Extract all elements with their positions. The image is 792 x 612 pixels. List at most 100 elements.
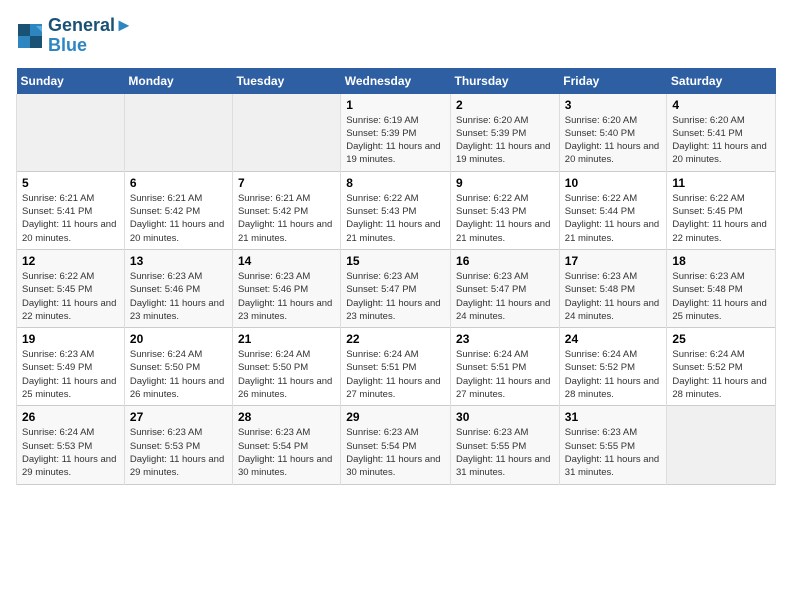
day-number: 21 [238,332,335,346]
calendar-cell: 2 Sunrise: 6:20 AM Sunset: 5:39 PM Daylig… [451,94,560,172]
day-info: Sunrise: 6:22 AM Sunset: 5:45 PM Dayligh… [672,192,770,245]
calendar-cell: 15Sunrise: 6:23 AM Sunset: 5:47 PM Dayli… [341,249,451,327]
calendar-week-row: 12 Sunrise: 6:22 AM Sunset: 5:45 PM Dayli… [17,249,776,327]
weekday-header: Thursday [451,68,560,94]
calendar-cell: 22 Sunrise: 6:24 AM Sunset: 5:51 PM Dayli… [341,328,451,406]
day-number: 6 [130,176,227,190]
calendar-cell: 4Sunrise: 6:20 AM Sunset: 5:41 PM Daylig… [667,94,776,172]
calendar-cell: 25 Sunrise: 6:24 AM Sunset: 5:52 PM Dayli… [667,328,776,406]
day-info: Sunrise: 6:24 AM Sunset: 5:50 PM Dayligh… [130,348,227,401]
day-info: Sunrise: 6:23 AM Sunset: 5:55 PM Dayligh… [456,426,554,479]
day-number: 9 [456,176,554,190]
day-info: Sunrise: 6:19 AM Sunset: 5:39 PM Dayligh… [346,114,445,167]
calendar-cell: 14 Sunrise: 6:23 AM Sunset: 5:46 PM Dayli… [232,249,340,327]
day-info: Sunrise: 6:21 AM Sunset: 5:42 PM Dayligh… [130,192,227,245]
day-number: 24 [565,332,662,346]
day-info: Sunrise: 6:23 AM Sunset: 5:46 PM Dayligh… [238,270,335,323]
calendar-cell: 11Sunrise: 6:22 AM Sunset: 5:45 PM Dayli… [667,171,776,249]
day-number: 16 [456,254,554,268]
day-number: 26 [22,410,119,424]
calendar-cell: 5 Sunrise: 6:21 AM Sunset: 5:41 PM Daylig… [17,171,125,249]
calendar-cell: 13 Sunrise: 6:23 AM Sunset: 5:46 PM Dayli… [124,249,232,327]
day-info: Sunrise: 6:24 AM Sunset: 5:53 PM Dayligh… [22,426,119,479]
day-number: 27 [130,410,227,424]
day-info: Sunrise: 6:23 AM Sunset: 5:48 PM Dayligh… [565,270,662,323]
day-info: Sunrise: 6:20 AM Sunset: 5:40 PM Dayligh… [565,114,662,167]
calendar-cell: 30 Sunrise: 6:23 AM Sunset: 5:55 PM Dayli… [451,406,560,484]
day-number: 28 [238,410,335,424]
day-info: Sunrise: 6:22 AM Sunset: 5:45 PM Dayligh… [22,270,119,323]
calendar-cell: 23Sunrise: 6:24 AM Sunset: 5:51 PM Dayli… [451,328,560,406]
day-number: 5 [22,176,119,190]
calendar-table: SundayMondayTuesdayWednesdayThursdayFrid… [16,68,776,485]
weekday-header: Wednesday [341,68,451,94]
day-number: 30 [456,410,554,424]
day-info: Sunrise: 6:23 AM Sunset: 5:55 PM Dayligh… [565,426,662,479]
calendar-cell: 17Sunrise: 6:23 AM Sunset: 5:48 PM Dayli… [559,249,667,327]
day-info: Sunrise: 6:22 AM Sunset: 5:44 PM Dayligh… [565,192,662,245]
day-info: Sunrise: 6:22 AM Sunset: 5:43 PM Dayligh… [456,192,554,245]
calendar-cell: 18 Sunrise: 6:23 AM Sunset: 5:48 PM Dayli… [667,249,776,327]
calendar-cell: 26 Sunrise: 6:24 AM Sunset: 5:53 PM Dayli… [17,406,125,484]
calendar-cell: 3 Sunrise: 6:20 AM Sunset: 5:40 PM Daylig… [559,94,667,172]
calendar-body: 1 Sunrise: 6:19 AM Sunset: 5:39 PM Daylig… [17,94,776,484]
day-info: Sunrise: 6:23 AM Sunset: 5:46 PM Dayligh… [130,270,227,323]
day-number: 14 [238,254,335,268]
calendar-cell: 27 Sunrise: 6:23 AM Sunset: 5:53 PM Dayli… [124,406,232,484]
day-info: Sunrise: 6:23 AM Sunset: 5:47 PM Dayligh… [346,270,445,323]
calendar-cell: 12 Sunrise: 6:22 AM Sunset: 5:45 PM Dayli… [17,249,125,327]
weekday-header: Saturday [667,68,776,94]
day-number: 23 [456,332,554,346]
day-number: 10 [565,176,662,190]
calendar-week-row: 5 Sunrise: 6:21 AM Sunset: 5:41 PM Daylig… [17,171,776,249]
calendar-cell [17,94,125,172]
calendar-cell: 29 Sunrise: 6:23 AM Sunset: 5:54 PM Dayli… [341,406,451,484]
day-info: Sunrise: 6:23 AM Sunset: 5:49 PM Dayligh… [22,348,119,401]
calendar-cell: 6 Sunrise: 6:21 AM Sunset: 5:42 PM Daylig… [124,171,232,249]
calendar-cell: 31 Sunrise: 6:23 AM Sunset: 5:55 PM Dayli… [559,406,667,484]
day-number: 1 [346,98,445,112]
day-info: Sunrise: 6:23 AM Sunset: 5:54 PM Dayligh… [346,426,445,479]
day-info: Sunrise: 6:24 AM Sunset: 5:51 PM Dayligh… [346,348,445,401]
weekday-header: Monday [124,68,232,94]
calendar-cell: 8Sunrise: 6:22 AM Sunset: 5:43 PM Daylig… [341,171,451,249]
day-number: 2 [456,98,554,112]
calendar-cell: 9 Sunrise: 6:22 AM Sunset: 5:43 PM Daylig… [451,171,560,249]
calendar-cell: 1 Sunrise: 6:19 AM Sunset: 5:39 PM Daylig… [341,94,451,172]
calendar-week-row: 1 Sunrise: 6:19 AM Sunset: 5:39 PM Daylig… [17,94,776,172]
weekday-header: Friday [559,68,667,94]
day-info: Sunrise: 6:23 AM Sunset: 5:53 PM Dayligh… [130,426,227,479]
day-info: Sunrise: 6:21 AM Sunset: 5:41 PM Dayligh… [22,192,119,245]
calendar-cell: 20 Sunrise: 6:24 AM Sunset: 5:50 PM Dayli… [124,328,232,406]
day-info: Sunrise: 6:23 AM Sunset: 5:48 PM Dayligh… [672,270,770,323]
day-info: Sunrise: 6:23 AM Sunset: 5:54 PM Dayligh… [238,426,335,479]
calendar-cell: 10 Sunrise: 6:22 AM Sunset: 5:44 PM Dayli… [559,171,667,249]
logo-text: General► Blue [48,16,133,56]
weekday-header: Tuesday [232,68,340,94]
day-number: 29 [346,410,445,424]
calendar-week-row: 19Sunrise: 6:23 AM Sunset: 5:49 PM Dayli… [17,328,776,406]
day-info: Sunrise: 6:24 AM Sunset: 5:50 PM Dayligh… [238,348,335,401]
day-info: Sunrise: 6:20 AM Sunset: 5:39 PM Dayligh… [456,114,554,167]
day-number: 4 [672,98,770,112]
day-number: 13 [130,254,227,268]
weekday-header: Sunday [17,68,125,94]
calendar-week-row: 26 Sunrise: 6:24 AM Sunset: 5:53 PM Dayli… [17,406,776,484]
calendar-cell [124,94,232,172]
day-number: 22 [346,332,445,346]
weekday-header-row: SundayMondayTuesdayWednesdayThursdayFrid… [17,68,776,94]
day-number: 18 [672,254,770,268]
calendar-cell: 28 Sunrise: 6:23 AM Sunset: 5:54 PM Dayli… [232,406,340,484]
day-number: 31 [565,410,662,424]
day-number: 20 [130,332,227,346]
day-number: 12 [22,254,119,268]
calendar-cell: 24 Sunrise: 6:24 AM Sunset: 5:52 PM Dayli… [559,328,667,406]
calendar-header: SundayMondayTuesdayWednesdayThursdayFrid… [17,68,776,94]
calendar-cell: 19Sunrise: 6:23 AM Sunset: 5:49 PM Dayli… [17,328,125,406]
day-number: 25 [672,332,770,346]
day-number: 3 [565,98,662,112]
calendar-cell: 21 Sunrise: 6:24 AM Sunset: 5:50 PM Dayli… [232,328,340,406]
day-info: Sunrise: 6:24 AM Sunset: 5:52 PM Dayligh… [672,348,770,401]
logo: General► Blue [16,16,133,56]
day-info: Sunrise: 6:24 AM Sunset: 5:52 PM Dayligh… [565,348,662,401]
